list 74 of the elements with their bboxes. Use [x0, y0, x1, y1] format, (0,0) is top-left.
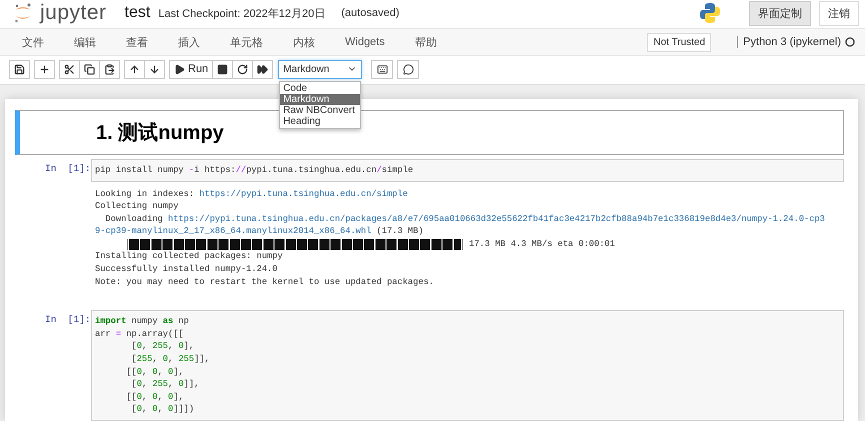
output-line: Collecting numpy — [95, 200, 180, 213]
autosave-status: (autosaved) — [341, 7, 400, 19]
dropdown-option[interactable]: Raw NBConvert — [280, 104, 360, 116]
code-line: arr = np.array([[ — [95, 328, 185, 340]
arrow-down-icon — [149, 64, 160, 74]
menu-item[interactable]: 帮助 — [404, 34, 457, 50]
cell-type-select[interactable]: Markdown — [278, 60, 362, 78]
output-line: Installing collected packages: numpy — [95, 250, 284, 264]
header-button[interactable]: 注销 — [819, 0, 859, 26]
output-link[interactable]: https://pypi.tuna.tsinghua.edu.cn/simple — [199, 188, 408, 198]
stop-button[interactable] — [212, 60, 234, 78]
output-line: 9-cp39-manylinux_2_17_x86_64.manylinux2014_x86_64.whl (17.3 MB) — [95, 225, 424, 238]
copy-icon — [84, 64, 95, 74]
code-line: [[0, 0, 0], — [125, 390, 185, 404]
arrow-up-button[interactable] — [124, 60, 145, 78]
output-link[interactable]: 9-cp39-manylinux_2_17_x86_64.manylinux2014_x86_64.whl — [95, 226, 372, 236]
keyboard-icon — [376, 64, 388, 74]
save-icon — [14, 64, 25, 74]
dropdown-option[interactable]: Code — [280, 82, 360, 94]
menu-item[interactable]: Widgets — [335, 36, 405, 48]
code-line: [0, 255, 0], — [130, 340, 196, 354]
kernel-name: Python 3 (ipykernel) — [737, 36, 841, 48]
paste-button[interactable] — [99, 60, 120, 78]
python-logo-icon — [699, 2, 721, 24]
stop-icon — [217, 64, 228, 74]
copy-button[interactable] — [79, 60, 100, 78]
notebook-name[interactable]: test — [124, 4, 150, 22]
code-input[interactable]: pip install numpy -i https://pypi.tuna.tsinghua.edu.cn/simple — [91, 158, 844, 182]
output-line: Note: you may need to restart the kernel to use updated packages. — [95, 276, 435, 288]
paste-icon — [104, 64, 115, 74]
cell-prompt: In [1]: — [44, 313, 91, 328]
jupyter-logo-icon — [14, 3, 32, 23]
dropdown-option[interactable]: Markdown — [280, 94, 360, 104]
header-button[interactable]: 界面定制 — [749, 0, 811, 26]
output-line: Successfully installed numpy-1.24.0 — [95, 263, 278, 276]
cell-heading: 1. 测试numpy — [96, 120, 224, 146]
output-link[interactable]: https://pypi.tuna.tsinghua.edu.cn/packages/a8/e7/695aa010663d32e55622fb41fac3e4217b2cfb88a94b7e1c336819e8d4e3/numpy-1.24.0-cp3 — [168, 214, 825, 224]
comment-button[interactable] — [397, 60, 420, 78]
scissors-icon — [64, 64, 75, 74]
progress-reading: 17.3 MB 4.3 MB/s eta 0:00:01 — [469, 238, 615, 250]
run-button[interactable]: Run — [169, 60, 214, 78]
code-line: [0, 255, 0]], — [130, 378, 200, 391]
menu-item[interactable]: 单元格 — [220, 34, 283, 50]
code-line: import numpy as np — [95, 315, 190, 328]
arrow-up-icon — [129, 64, 140, 74]
plus-button[interactable] — [34, 60, 55, 78]
menu-item[interactable]: 内核 — [283, 34, 335, 50]
plus-icon — [39, 64, 50, 74]
dropdown-option[interactable]: Heading — [280, 116, 360, 126]
code-input[interactable]: import numpy as np arr = np.array([[ [0, 255, 0], [255, 0, 255]], [[0, 0, 0], [0, 255, 0]], [[0, 0, 0], [0, 0, 0]]]) — [91, 310, 844, 421]
output-line: Looking in indexes: https://pypi.tuna.tsinghua.edu.cn/simple — [95, 188, 409, 200]
scissors-button[interactable] — [59, 60, 80, 78]
code-line: [[0, 0, 0], — [125, 366, 185, 378]
cell-prompt: In [1]: — [44, 162, 91, 176]
output-line: Downloading https://pypi.tuna.tsinghua.edu.cn/packages/a8/e7/695aa010663d32e55622fb41fac3e4217b2cfb88a94b7e1c336819e8d4e3/numpy-1.24.0-cp3 — [104, 212, 826, 226]
logo-text: jupyter — [40, 1, 107, 25]
fast-forward-button[interactable] — [252, 60, 274, 78]
menu-item[interactable]: 查看 — [116, 34, 168, 50]
code-line: pip install numpy -i https://pypi.tuna.tsinghua.edu.cn/simple — [95, 164, 414, 176]
play-icon — [174, 64, 185, 74]
code-line: [0, 0, 0]]]) — [130, 403, 196, 416]
trust-indicator[interactable]: Not Trusted — [647, 32, 712, 52]
menu-item[interactable]: 文件 — [12, 34, 64, 50]
checkpoint-text: Last Checkpoint: 2022年12月20日 — [158, 6, 326, 20]
restart-icon — [237, 64, 248, 74]
fast-forward-icon — [257, 64, 268, 74]
menu-item[interactable]: 编辑 — [64, 34, 116, 50]
comment-icon — [402, 64, 414, 74]
menu-item[interactable]: 插入 — [168, 34, 220, 50]
save-button[interactable] — [9, 60, 30, 78]
keyboard-button[interactable] — [371, 60, 394, 78]
code-line: [255, 0, 255]], — [130, 353, 211, 366]
arrow-down-button[interactable] — [144, 60, 165, 78]
restart-button[interactable] — [232, 60, 254, 78]
